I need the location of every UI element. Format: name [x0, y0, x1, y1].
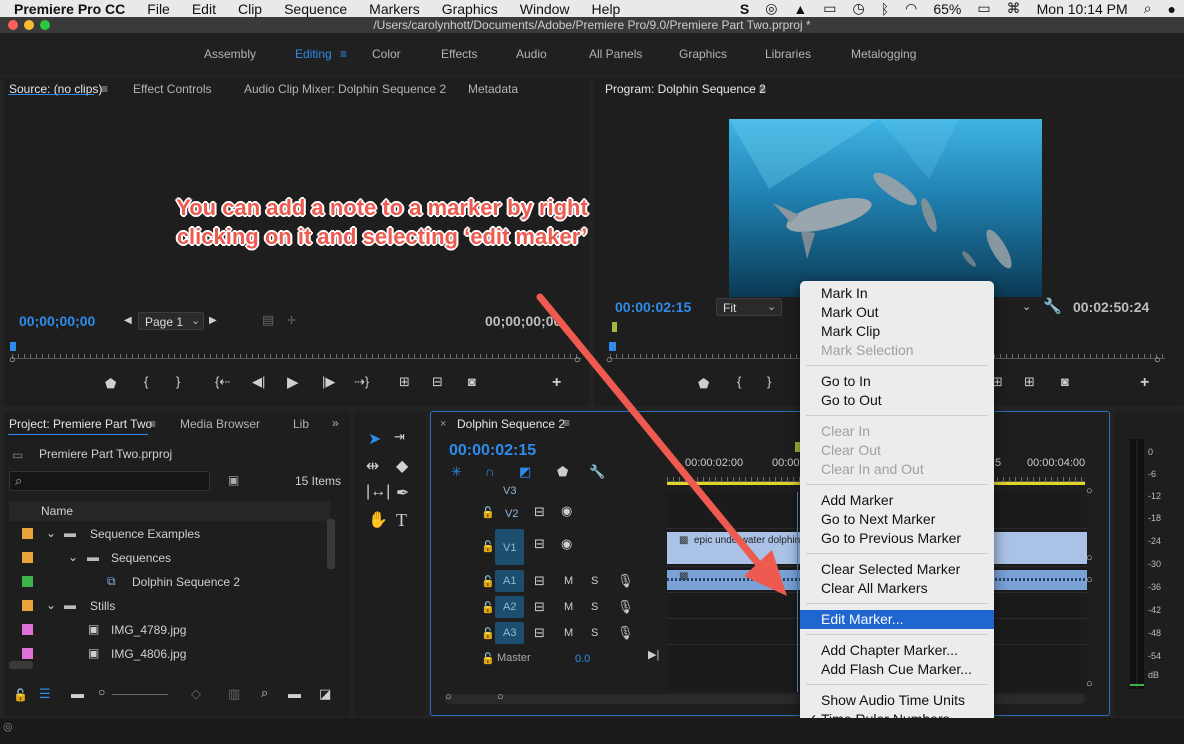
menu-item-edit-marker[interactable]: Edit Marker... — [821, 610, 903, 629]
menu-item-go-to-previous-marker[interactable]: Go to Previous Marker — [821, 529, 961, 548]
arrow-shaft — [536, 293, 769, 576]
menu-item-mark-out[interactable]: Mark Out — [821, 303, 879, 322]
menu-item-clear-in: Clear In — [821, 423, 871, 439]
menu-item-clear-selected-marker[interactable]: Clear Selected Marker — [821, 560, 960, 579]
menu-separator — [806, 484, 988, 485]
tutorial-arrow — [536, 293, 787, 596]
menu-item-clear-all-markers[interactable]: Clear All Markers — [821, 579, 928, 598]
status-indicator-icon: ◎ — [3, 721, 13, 733]
menu-item-add-flash-cue-marker[interactable]: Add Flash Cue Marker... — [821, 660, 972, 679]
menu-item-mark-in[interactable]: Mark In — [821, 284, 868, 303]
menu-item-go-to-next-marker[interactable]: Go to Next Marker — [821, 510, 935, 529]
menu-item-clear-out: Clear Out — [821, 442, 881, 458]
menu-separator — [806, 603, 988, 604]
menu-item-show-audio-time-units[interactable]: Show Audio Time Units — [821, 691, 965, 710]
menu-separator — [806, 415, 988, 416]
menu-separator — [806, 553, 988, 554]
marker-context-menu: Mark In Mark Out Mark Clip Mark Selectio… — [800, 281, 994, 733]
menu-item-add-chapter-marker[interactable]: Add Chapter Marker... — [821, 641, 958, 660]
menu-item-clear-in-and-out: Clear In and Out — [821, 461, 924, 477]
bottom-status-strip: ◎ — [0, 718, 1184, 744]
menu-separator — [806, 634, 988, 635]
menu-item-go-to-in[interactable]: Go to In — [821, 372, 871, 391]
menu-separator — [806, 365, 988, 366]
menu-separator — [806, 684, 988, 685]
menu-item-add-marker[interactable]: Add Marker — [821, 491, 893, 510]
menu-item-mark-selection: Mark Selection — [821, 342, 914, 358]
menu-item-mark-clip[interactable]: Mark Clip — [821, 322, 880, 341]
menu-item-go-to-out[interactable]: Go to Out — [821, 391, 882, 410]
